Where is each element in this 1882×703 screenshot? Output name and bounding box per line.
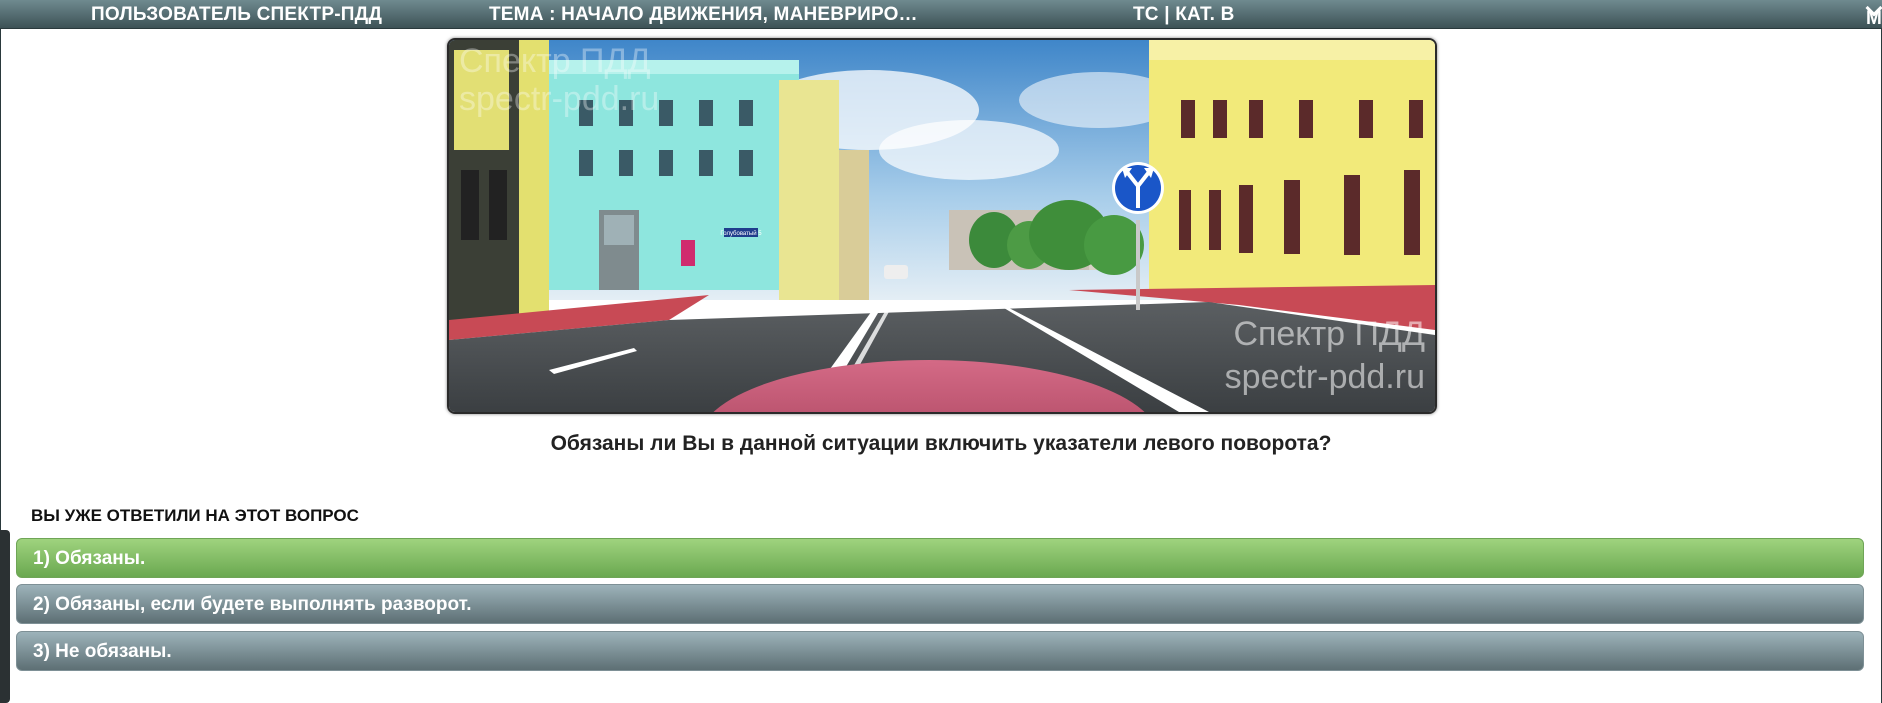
side-panel-handle[interactable] [0,530,10,703]
answer-option-1[interactable]: 1) Обязаны. [16,538,1864,578]
answer-option-3[interactable]: 3) Не обязаны. [16,631,1864,671]
question-text: Обязаны ли Вы в данной ситуации включить… [550,432,1332,455]
category-label: ТС | КАТ. B [1133,4,1235,25]
watermark-top-1: Спектр ПДД [459,42,651,80]
topic-label: ТЕМА : НАЧАЛО ДВИЖЕНИЯ, МАНЕВРИРО… [489,4,918,25]
watermark-bottom-1: Спектр ПДД [1233,315,1425,353]
street-sign-text: Голубоватый 5 [720,230,762,237]
answer-option-2[interactable]: 2) Обязаны, если будете выполнять развор… [16,584,1864,624]
question-image: Голубоватый 5 Спектр ПДД spectr-pdd.ru С… [447,38,1437,414]
watermark-bottom-2: spectr-pdd.ru [1225,358,1425,396]
top-bar: ПОЛЬЗОВАТЕЛЬ СПЕКТР-ПДД ТЕМА : НАЧАЛО ДВ… [0,0,1882,29]
answered-note: ВЫ УЖЕ ОТВЕТИЛИ НА ЭТОТ ВОПРОС [31,506,359,525]
user-label: ПОЛЬЗОВАТЕЛЬ СПЕКТР-ПДД [91,4,383,25]
watermark-top-2: spectr-pdd.ru [459,80,659,118]
